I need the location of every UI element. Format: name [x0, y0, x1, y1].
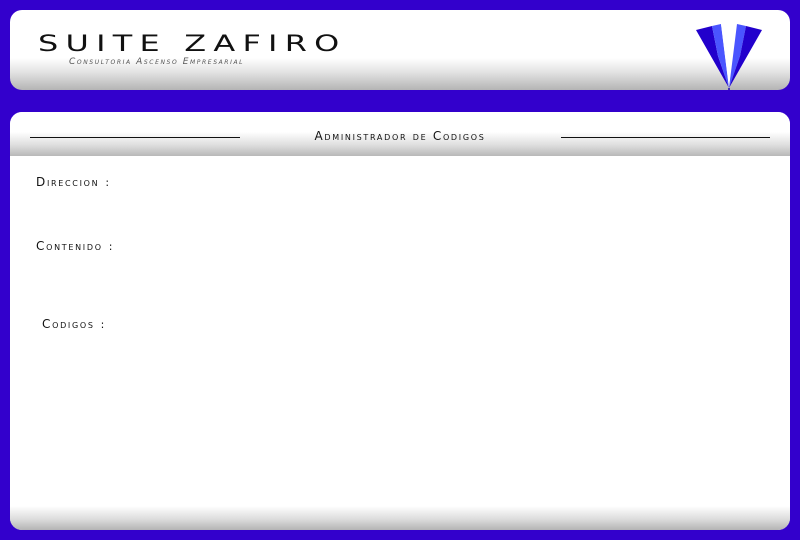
- footer-band: [10, 506, 790, 530]
- section-header: Administrador de Codigos: [30, 129, 770, 143]
- contenido-label: Contenido: [36, 239, 103, 253]
- sapphire-gem-icon: [696, 24, 762, 90]
- codigos-colon: :: [100, 318, 105, 331]
- brand-title: SUITE ZAFIRO: [38, 32, 347, 57]
- direccion-field: Direccion:: [36, 171, 109, 190]
- contenido-colon: :: [108, 240, 113, 253]
- section-rule-left: [30, 137, 240, 138]
- direccion-colon: :: [105, 176, 110, 189]
- codigos-label: Codigos: [42, 317, 95, 331]
- main-panel: Administrador de Codigos Direccion: Cont…: [10, 112, 790, 530]
- header-panel: SUITE ZAFIRO Consultoria Ascenso Empresa…: [10, 10, 790, 90]
- codigos-field: Codigos:: [42, 313, 104, 332]
- section-title: Administrador de Codigos: [314, 129, 486, 143]
- contenido-field: Contenido:: [36, 235, 112, 254]
- direccion-label: Direccion: [36, 175, 100, 189]
- section-rule-right: [561, 137, 770, 138]
- brand-subtitle: Consultoria Ascenso Empresarial: [69, 57, 245, 67]
